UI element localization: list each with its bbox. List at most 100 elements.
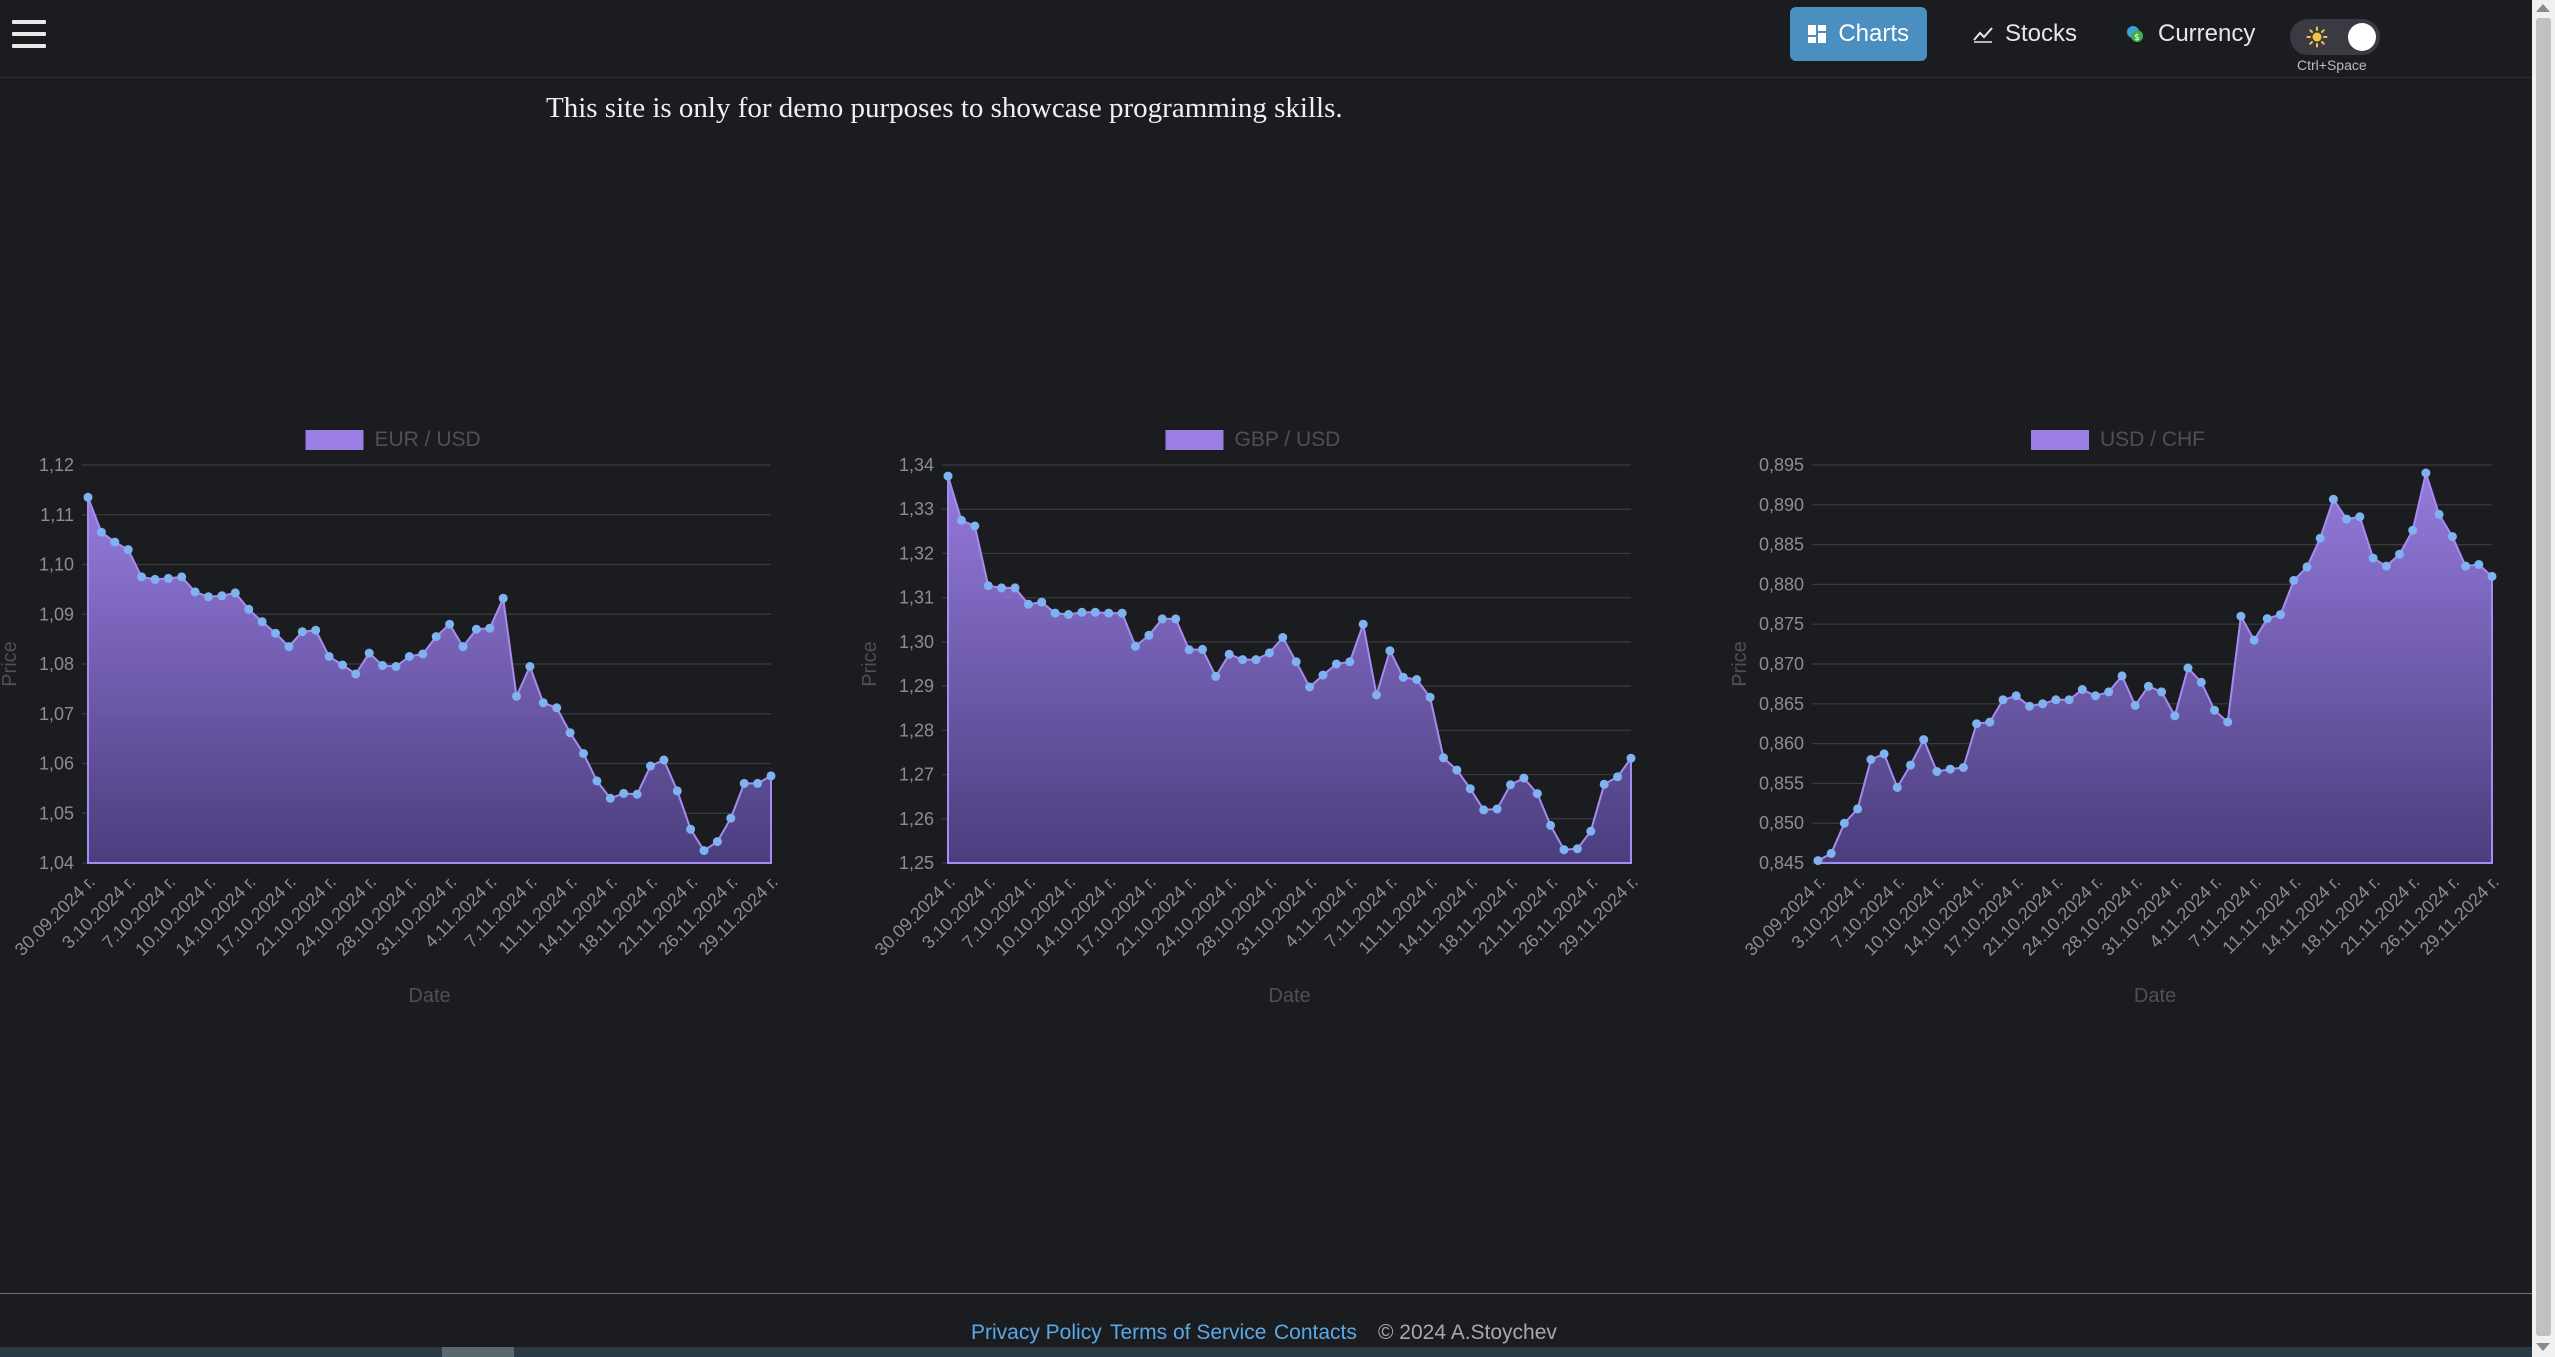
legend-swatch[interactable] <box>1165 430 1224 450</box>
data-point[interactable] <box>1358 619 1368 629</box>
data-point[interactable] <box>1238 655 1248 665</box>
data-point[interactable] <box>1826 848 1836 858</box>
data-point[interactable] <box>1866 755 1876 764</box>
data-point[interactable] <box>2064 695 2074 705</box>
data-point[interactable] <box>1198 644 1207 654</box>
scroll-down-arrow-icon[interactable] <box>2536 1343 2550 1351</box>
data-point[interactable] <box>2302 562 2312 572</box>
data-point[interactable] <box>1626 753 1636 763</box>
data-point[interactable] <box>1251 655 1261 665</box>
data-point[interactable] <box>284 642 294 652</box>
vertical-scrollbar-thumb[interactable] <box>2536 18 2551 1336</box>
data-point[interactable] <box>1958 763 1968 772</box>
data-point[interactable] <box>2183 663 2193 673</box>
data-point[interactable] <box>632 789 642 799</box>
data-point[interactable] <box>1572 844 1582 854</box>
data-point[interactable] <box>230 588 240 598</box>
data-point[interactable] <box>646 761 655 771</box>
data-point[interactable] <box>1331 659 1341 669</box>
data-point[interactable] <box>943 471 953 481</box>
data-point[interactable] <box>2143 681 2153 691</box>
data-point[interactable] <box>2117 671 2127 681</box>
data-point[interactable] <box>2025 701 2034 711</box>
data-point[interactable] <box>1157 614 1167 624</box>
data-point[interactable] <box>766 771 776 781</box>
data-point[interactable] <box>1064 610 1073 619</box>
data-point[interactable] <box>2474 560 2484 569</box>
data-point[interactable] <box>378 661 388 670</box>
data-point[interactable] <box>2262 614 2272 624</box>
data-point[interactable] <box>271 628 280 638</box>
data-point[interactable] <box>324 652 334 661</box>
data-point[interactable] <box>1519 773 1529 783</box>
data-point[interactable] <box>2328 494 2338 504</box>
data-point[interactable] <box>2276 610 2285 620</box>
legend-swatch[interactable] <box>2031 430 2089 450</box>
data-point[interactable] <box>1131 641 1140 651</box>
data-point[interactable] <box>190 587 200 597</box>
data-point[interactable] <box>1613 772 1623 782</box>
data-point[interactable] <box>391 662 401 671</box>
data-point[interactable] <box>1492 804 1502 814</box>
data-point[interactable] <box>1345 657 1355 667</box>
data-point[interactable] <box>2355 512 2365 522</box>
data-point[interactable] <box>2130 700 2140 710</box>
data-point[interactable] <box>163 573 173 583</box>
data-point[interactable] <box>1813 856 1823 866</box>
data-point[interactable] <box>552 703 562 713</box>
data-point[interactable] <box>525 662 535 671</box>
data-point[interactable] <box>2157 687 2167 697</box>
data-point[interactable] <box>2487 571 2497 581</box>
data-point[interactable] <box>418 649 428 659</box>
data-point[interactable] <box>2342 514 2352 524</box>
data-point[interactable] <box>1117 608 1127 618</box>
data-point[interactable] <box>1010 583 1020 593</box>
scroll-up-arrow-icon[interactable] <box>2536 4 2550 12</box>
data-point[interactable] <box>1985 717 1995 727</box>
data-point[interactable] <box>1318 670 1328 680</box>
data-point[interactable] <box>1559 845 1569 855</box>
data-point[interactable] <box>512 691 521 701</box>
data-point[interactable] <box>123 545 133 555</box>
data-point[interactable] <box>1385 646 1395 656</box>
data-point[interactable] <box>2170 711 2180 721</box>
data-point[interactable] <box>2368 553 2378 563</box>
data-point[interactable] <box>565 728 575 738</box>
data-point[interactable] <box>1452 765 1462 775</box>
data-point[interactable] <box>311 625 321 635</box>
data-point[interactable] <box>204 592 213 602</box>
data-point[interactable] <box>2381 561 2391 571</box>
data-point[interactable] <box>739 778 749 788</box>
data-point[interactable] <box>956 515 966 525</box>
data-point[interactable] <box>2077 685 2087 694</box>
data-point[interactable] <box>2210 705 2219 715</box>
data-point[interactable] <box>753 778 763 788</box>
contacts-link[interactable]: Contacts <box>1274 1321 1357 1345</box>
data-point[interactable] <box>1506 780 1515 790</box>
data-point[interactable] <box>605 793 615 803</box>
data-point[interactable] <box>2104 687 2114 697</box>
data-point[interactable] <box>2038 699 2048 709</box>
data-point[interactable] <box>1144 630 1154 640</box>
data-point[interactable] <box>1906 760 1915 770</box>
data-point[interactable] <box>1305 682 1315 692</box>
data-point[interactable] <box>1479 805 1489 815</box>
data-point[interactable] <box>404 652 414 661</box>
horizontal-scrollbar[interactable] <box>0 1347 2532 1357</box>
data-point[interactable] <box>110 537 120 547</box>
data-point[interactable] <box>1171 614 1181 624</box>
data-point[interactable] <box>1264 648 1274 658</box>
data-point[interactable] <box>983 581 993 591</box>
data-point[interactable] <box>297 627 307 637</box>
data-point[interactable] <box>445 619 455 629</box>
data-point[interactable] <box>538 698 548 708</box>
legend-label[interactable]: USD / CHF <box>2100 428 2205 451</box>
data-point[interactable] <box>1892 782 1902 792</box>
data-point[interactable] <box>2091 691 2100 701</box>
data-point[interactable] <box>2051 695 2061 705</box>
data-point[interactable] <box>2395 549 2404 559</box>
data-point[interactable] <box>364 648 374 658</box>
data-point[interactable] <box>217 591 227 601</box>
data-point[interactable] <box>2421 468 2431 478</box>
data-point[interactable] <box>1023 599 1033 609</box>
